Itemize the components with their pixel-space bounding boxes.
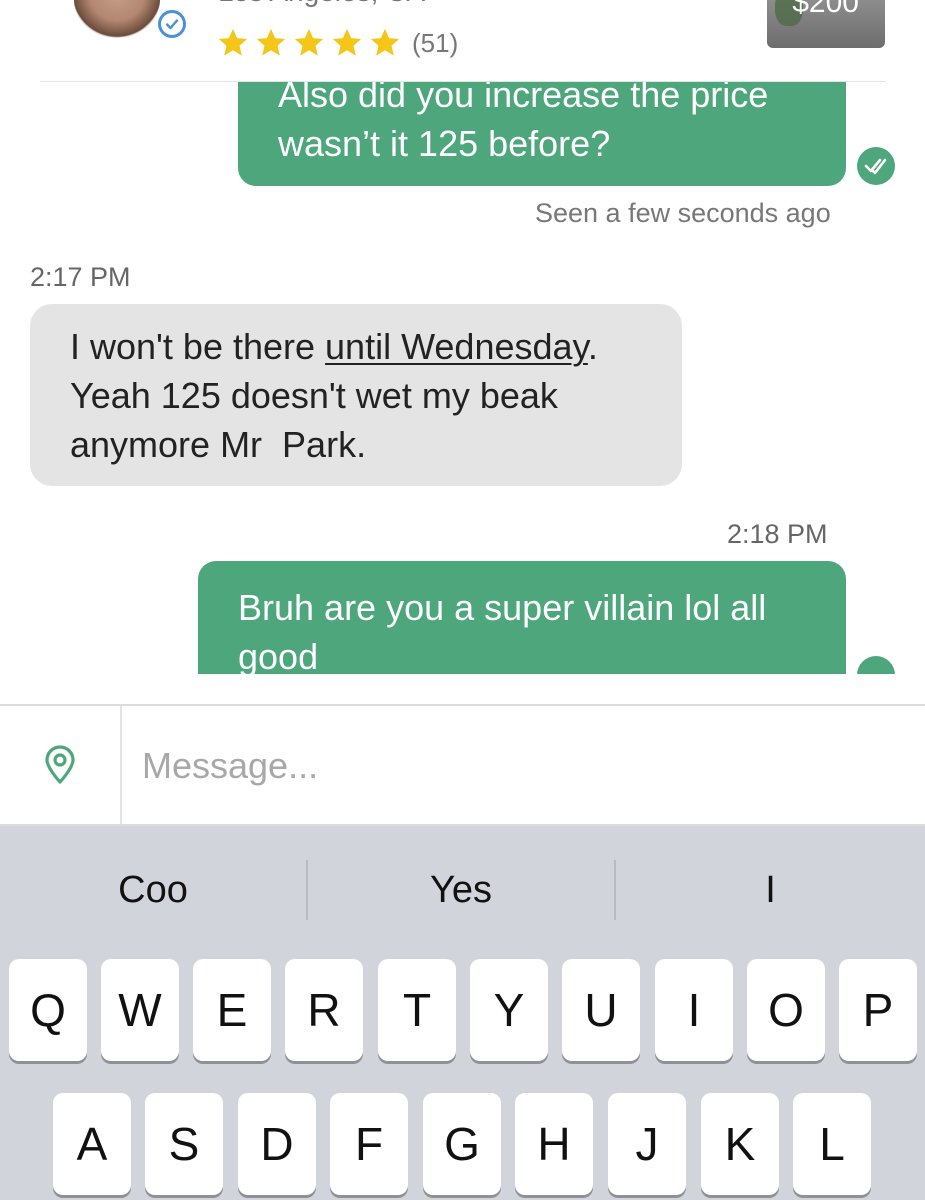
key-p[interactable]: P	[839, 959, 917, 1061]
key-d[interactable]: D	[238, 1093, 316, 1195]
star-icon	[370, 28, 400, 56]
suggestion-item[interactable]: Coo	[0, 850, 306, 930]
key-g[interactable]: G	[423, 1093, 501, 1195]
star-icon	[256, 28, 286, 56]
key-e[interactable]: E	[193, 959, 271, 1061]
location-pin-icon	[45, 745, 75, 784]
message-line: wasn’t it 125 before?	[278, 123, 611, 164]
message-line: good	[238, 636, 319, 674]
message-line: Bruh are you a super villain lol all	[238, 587, 767, 628]
key-h[interactable]: H	[515, 1093, 593, 1195]
key-q[interactable]: Q	[9, 959, 87, 1061]
key-a[interactable]: A	[53, 1093, 131, 1195]
key-j[interactable]: J	[608, 1093, 686, 1195]
user-rating: (51)	[216, 26, 458, 60]
message-input[interactable]	[130, 706, 924, 826]
conversation-header: Los Angeles, CA (51) $200	[0, 0, 925, 82]
date-link[interactable]: until Wednesday	[325, 326, 588, 367]
message-text: I won't be there	[70, 326, 326, 367]
key-k[interactable]: K	[701, 1093, 779, 1195]
message-line: anymore Mr Park.	[70, 424, 367, 465]
suggestion-item[interactable]: Yes	[308, 850, 614, 930]
key-u[interactable]: U	[562, 959, 640, 1061]
user-avatar[interactable]	[74, 0, 160, 38]
location-button[interactable]	[0, 706, 122, 824]
star-icon	[294, 28, 324, 56]
message-thread[interactable]: Also did you increase the price wasn’t i…	[0, 82, 925, 674]
outgoing-message[interactable]: Also did you increase the price wasn’t i…	[238, 82, 846, 186]
outgoing-message[interactable]: Bruh are you a super villain lol all goo…	[198, 561, 846, 674]
read-receipt-icon	[857, 656, 895, 674]
key-r[interactable]: R	[285, 959, 363, 1061]
key-l[interactable]: L	[793, 1093, 871, 1195]
read-receipt-icon	[857, 147, 895, 185]
message-timestamp: 2:17 PM	[30, 262, 131, 292]
key-w[interactable]: W	[101, 959, 179, 1061]
verified-badge-icon	[158, 10, 186, 38]
key-s[interactable]: S	[145, 1093, 223, 1195]
seen-status: Seen a few seconds ago	[535, 198, 831, 228]
star-icon	[218, 28, 248, 56]
key-y[interactable]: Y	[470, 959, 548, 1061]
incoming-message[interactable]: I won't be there until Wednesday. Yeah 1…	[30, 304, 682, 486]
listing-thumbnail[interactable]: $200	[767, 0, 885, 48]
key-t[interactable]: T	[378, 959, 456, 1061]
star-icon	[332, 28, 362, 56]
key-f[interactable]: F	[330, 1093, 408, 1195]
user-location: Los Angeles, CA	[218, 0, 425, 8]
message-text: .	[587, 326, 598, 367]
key-i[interactable]: I	[655, 959, 733, 1061]
message-line: I won't be there until Wednesday.	[70, 322, 682, 371]
message-line: Also did you increase the price	[278, 82, 769, 115]
onscreen-keyboard: Coo Yes I Q W E R T Y U I O P A S D F G …	[0, 826, 925, 1200]
suggestion-item[interactable]: I	[616, 850, 925, 930]
predictive-bar: Coo Yes I	[0, 826, 925, 954]
message-composer	[0, 704, 925, 826]
message-timestamp: 2:18 PM	[727, 519, 828, 549]
rating-count: (51)	[412, 27, 459, 58]
listing-price: $200	[792, 0, 859, 19]
message-line: Yeah 125 doesn't wet my beak	[70, 375, 558, 416]
key-o[interactable]: O	[747, 959, 825, 1061]
